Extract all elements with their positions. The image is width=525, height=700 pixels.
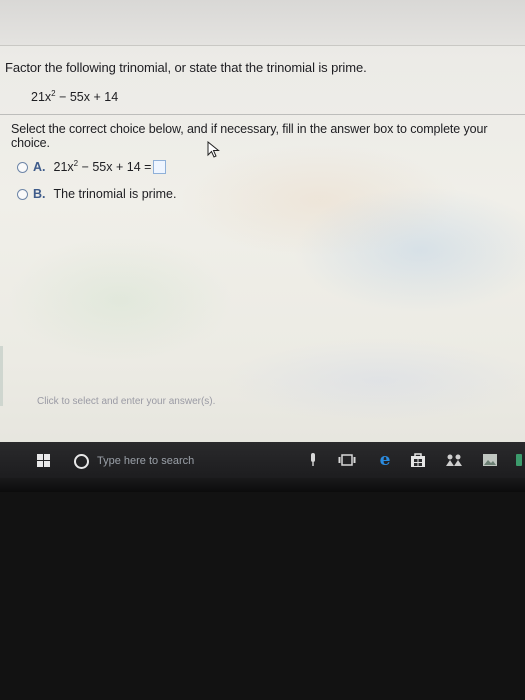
choice-a[interactable]: A. 21x2 − 55x + 14 = [17,159,167,174]
taskbar: Type here to search e [0,442,525,478]
task-view-icon[interactable] [338,451,356,469]
question-instruction: Factor the following trinomial, or state… [5,60,367,75]
choice-b-text: The trinomial is prime. [53,187,177,201]
edge-browser-icon[interactable]: e [376,450,394,470]
select-prompt: Select the correct choice below, and if … [11,122,488,150]
question-panel: Factor the following trinomial, or state… [0,46,525,442]
edge-mark [0,346,3,406]
answer-input-box[interactable] [153,160,167,174]
choice-a-letter: A. [33,160,46,174]
taskbar-search[interactable]: Type here to search [68,450,330,472]
store-icon[interactable] [410,451,426,469]
radio-button-b[interactable] [17,188,28,200]
trinomial-expression: 21x2 − 55x + 14 [31,89,119,104]
photos-icon[interactable] [483,451,497,469]
search-icon [74,453,89,469]
people-icon[interactable] [444,451,464,469]
choice-b-letter: B. [33,187,46,201]
monitor-bezel [0,478,525,492]
windows-start-icon[interactable] [37,454,51,468]
choice-a-rest: − 55x + 14 = [78,160,152,174]
choice-a-expression: 21x2 − 55x + 14 = [53,159,152,174]
mouse-cursor-icon [207,141,220,158]
microphone-icon[interactable] [308,451,318,469]
click-hint: Click to select and enter your answer(s)… [37,396,216,407]
radio-button-a[interactable] [17,161,28,173]
expression-coef: 21x [31,90,52,104]
notification-edge [516,454,522,466]
search-placeholder: Type here to search [97,455,195,467]
choice-a-coef: 21x [53,160,74,174]
choice-b[interactable]: B. The trinomial is prime. [17,187,176,201]
screen: Factor the following trinomial, or state… [0,0,525,488]
divider [0,114,525,115]
expression-rest: − 55x + 14 [55,90,119,104]
top-strip [0,0,525,46]
